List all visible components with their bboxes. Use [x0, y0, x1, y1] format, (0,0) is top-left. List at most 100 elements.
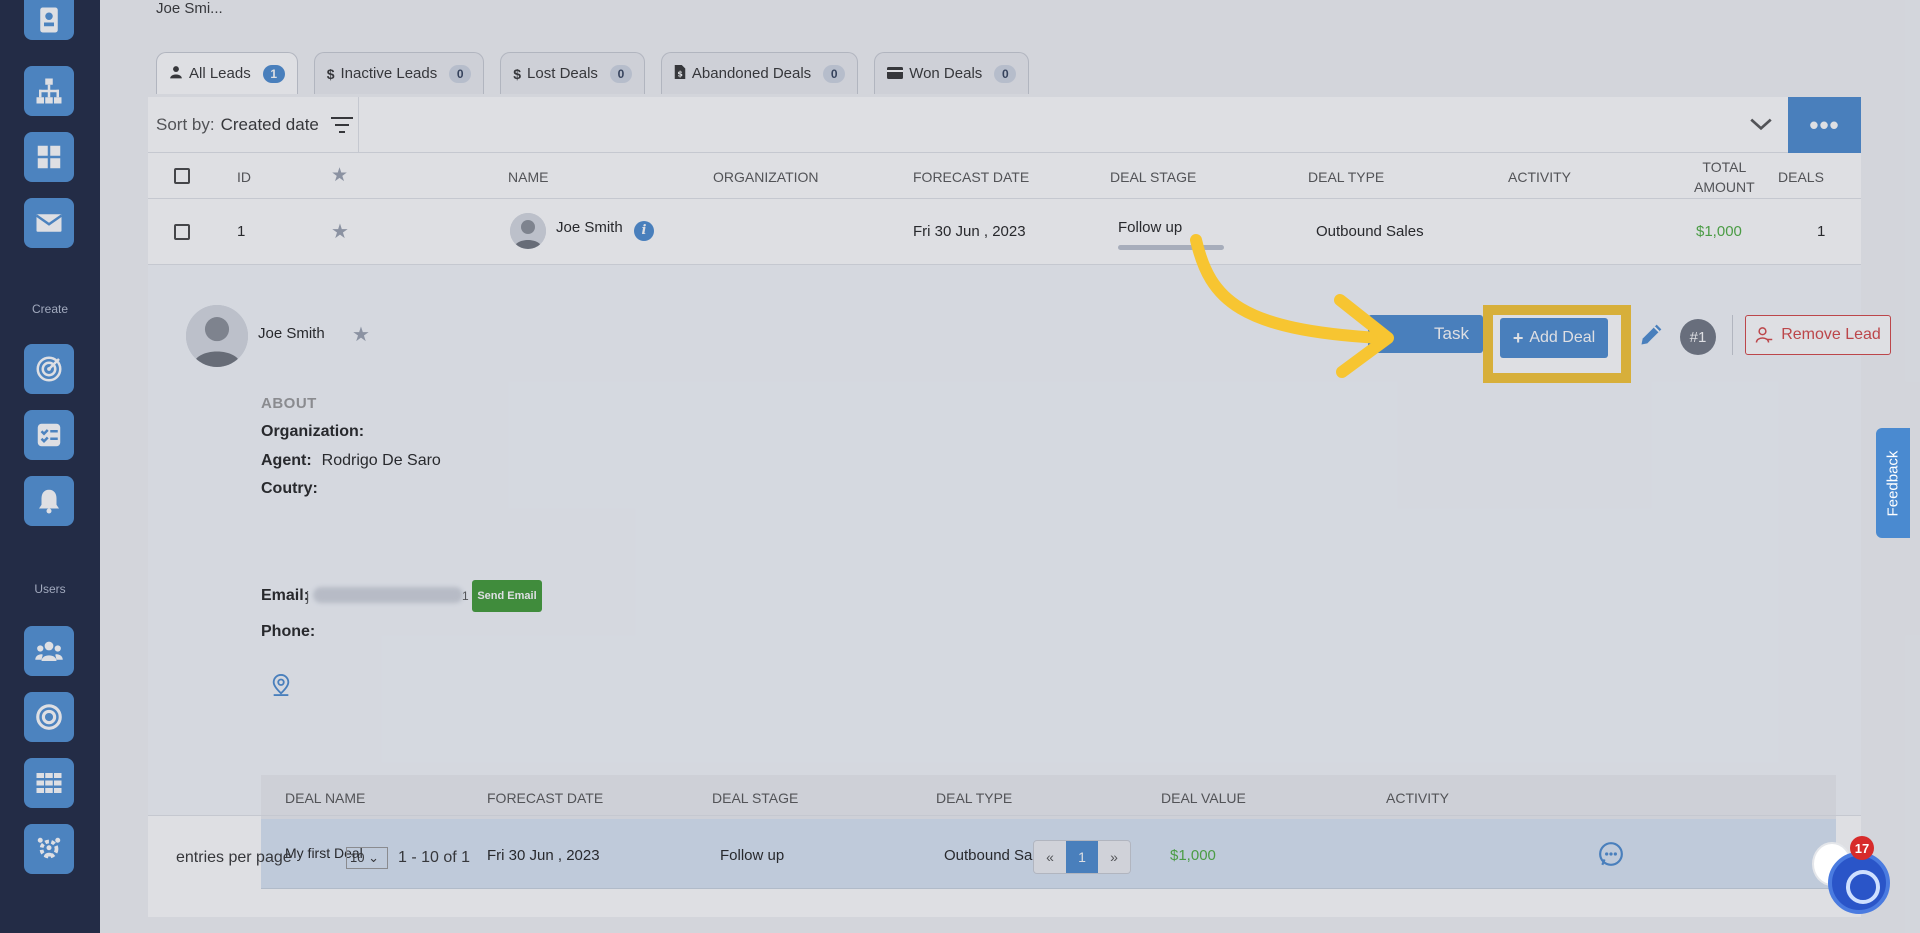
- tab-all-leads[interactable]: All Leads 1: [156, 52, 298, 94]
- sidebar-goals-button[interactable]: [24, 692, 74, 742]
- pencil-icon[interactable]: [1638, 320, 1666, 348]
- col-total-amount[interactable]: TOTAL AMOUNT: [1694, 157, 1755, 197]
- org-chart-icon: [36, 78, 62, 104]
- envelope-icon: [35, 214, 63, 232]
- row-total-amount: $1,000: [1696, 223, 1742, 240]
- deal-col-name: DEAL NAME: [285, 790, 366, 806]
- sidebar-team-settings-button[interactable]: [24, 824, 74, 874]
- tab-count-badge: 0: [823, 64, 846, 83]
- tab-inactive-leads[interactable]: $ Inactive Leads 0: [313, 52, 485, 94]
- tab-abandoned-deals[interactable]: $ Abandoned Deals 0: [660, 52, 859, 94]
- star-icon[interactable]: ★: [352, 322, 370, 347]
- lead-number-badge: #1: [1680, 319, 1716, 355]
- row-deal-stage: Follow up: [1118, 219, 1183, 236]
- avatar: [510, 213, 546, 249]
- remove-user-icon: [1755, 327, 1773, 343]
- sidebar-section-users: Users: [34, 582, 66, 596]
- col-total-amount-line1: TOTAL: [1702, 159, 1747, 175]
- sidebar-tasks-button[interactable]: [24, 410, 74, 460]
- sidebar: Create Users: [0, 0, 100, 933]
- tab-label: Lost Deals: [527, 65, 598, 82]
- filter-icon[interactable]: [330, 116, 353, 133]
- row-name[interactable]: Joe Smith: [556, 219, 623, 236]
- chat-notification-badge: 17: [1850, 836, 1874, 860]
- sidebar-users-button[interactable]: [24, 626, 74, 676]
- tab-lost-deals[interactable]: $ Lost Deals 0: [500, 52, 645, 94]
- row-deal-type: Outbound Sales: [1316, 223, 1424, 240]
- col-activity[interactable]: ACTIVITY: [1508, 169, 1571, 185]
- sidebar-contacts-button[interactable]: [24, 0, 74, 40]
- sidebar-dashboard-button[interactable]: [24, 132, 74, 182]
- row-checkbox[interactable]: [174, 224, 190, 240]
- feedback-tab[interactable]: Feedback: [1876, 428, 1910, 538]
- map-pin-icon[interactable]: [270, 673, 292, 697]
- prev-page-button[interactable]: «: [1034, 841, 1066, 873]
- organization-field: Organization:: [261, 423, 364, 441]
- deal-col-activity: ACTIVITY: [1386, 790, 1450, 806]
- deal-col-value: DEAL VALUE: [1161, 790, 1246, 806]
- organization-label: Organization:: [261, 423, 365, 440]
- chevron-down-icon[interactable]: [1748, 111, 1774, 137]
- person-icon: [169, 65, 183, 82]
- row-deals-count: 1: [1817, 223, 1826, 240]
- about-heading: ABOUT: [261, 395, 317, 412]
- tab-label: All Leads: [189, 65, 251, 82]
- agent-value: Rodrigo De Saro: [321, 452, 441, 469]
- users-group-icon: [35, 641, 63, 661]
- target-icon: [36, 704, 62, 730]
- star-icon[interactable]: ★: [331, 219, 349, 244]
- star-icon[interactable]: ★: [331, 164, 348, 187]
- credit-card-icon: [887, 66, 904, 82]
- leads-card: Sort by: Created date ••• ID ★ NAME ORGA…: [148, 97, 1891, 917]
- row-id: 1: [237, 223, 246, 240]
- feedback-label: Feedback: [1884, 450, 1902, 516]
- email-value-start: j: [306, 588, 310, 604]
- bell-icon: [39, 489, 59, 514]
- email-value-end: 1: [462, 589, 469, 603]
- col-name[interactable]: NAME: [508, 169, 548, 185]
- checklist-icon: [37, 423, 61, 447]
- next-page-button[interactable]: »: [1098, 841, 1130, 873]
- col-deals[interactable]: DEALS: [1778, 169, 1824, 185]
- info-icon[interactable]: i: [634, 221, 654, 241]
- sidebar-mail-button[interactable]: [24, 198, 74, 248]
- phone-field: Phone:: [261, 623, 315, 641]
- email-field: Email:: [261, 587, 309, 605]
- col-forecast-date[interactable]: FORECAST DATE: [913, 169, 1029, 185]
- tab-won-deals[interactable]: Won Deals 0: [874, 52, 1030, 94]
- leads-table-header: ID ★ NAME ORGANIZATION FORECAST DATE DEA…: [148, 153, 1861, 199]
- sort-bar[interactable]: Sort by: Created date: [148, 97, 1861, 153]
- sidebar-apps-button[interactable]: [24, 758, 74, 808]
- avatar: [186, 305, 248, 367]
- per-page-value: 10: [350, 850, 365, 865]
- country-field: Coutry:: [261, 480, 318, 498]
- sidebar-alerts-button[interactable]: [24, 476, 74, 526]
- col-id[interactable]: ID: [237, 169, 251, 185]
- tab-count-badge: 0: [609, 64, 632, 83]
- tab-label: Won Deals: [909, 65, 983, 82]
- dashboard-grid-icon: [37, 145, 61, 169]
- chat-launcher-button[interactable]: [1828, 852, 1890, 914]
- send-email-button[interactable]: Send Email: [472, 580, 542, 612]
- col-organization[interactable]: ORGANIZATION: [713, 169, 819, 185]
- col-deal-stage[interactable]: DEAL STAGE: [1110, 169, 1196, 185]
- deal-col-type: DEAL TYPE: [936, 790, 1013, 806]
- col-deal-type[interactable]: DEAL TYPE: [1308, 169, 1384, 185]
- breadcrumb[interactable]: Joe Smi...: [156, 0, 223, 17]
- remove-lead-button[interactable]: Remove Lead: [1745, 315, 1891, 355]
- agent-label: Agent:: [261, 452, 312, 469]
- add-task-button[interactable]: Task: [1368, 315, 1483, 353]
- team-gear-icon: [37, 837, 61, 859]
- select-all-checkbox[interactable]: [174, 168, 190, 184]
- document-dollar-icon: $: [674, 65, 686, 82]
- tab-count-badge: 1: [262, 64, 285, 83]
- phone-label: Phone:: [261, 623, 316, 640]
- more-options-button[interactable]: •••: [1788, 97, 1861, 153]
- sort-value[interactable]: Created date: [221, 115, 319, 135]
- sidebar-org-chart-button[interactable]: [24, 66, 74, 116]
- sidebar-target-button[interactable]: [24, 344, 74, 394]
- add-deal-button[interactable]: + Add Deal: [1500, 318, 1608, 358]
- per-page-select[interactable]: 10 ⌄: [346, 847, 388, 869]
- table-row[interactable]: 1 ★ Joe Smith i Fri 30 Jun , 2023 Follow…: [148, 199, 1861, 265]
- page-1-button[interactable]: 1: [1066, 841, 1098, 873]
